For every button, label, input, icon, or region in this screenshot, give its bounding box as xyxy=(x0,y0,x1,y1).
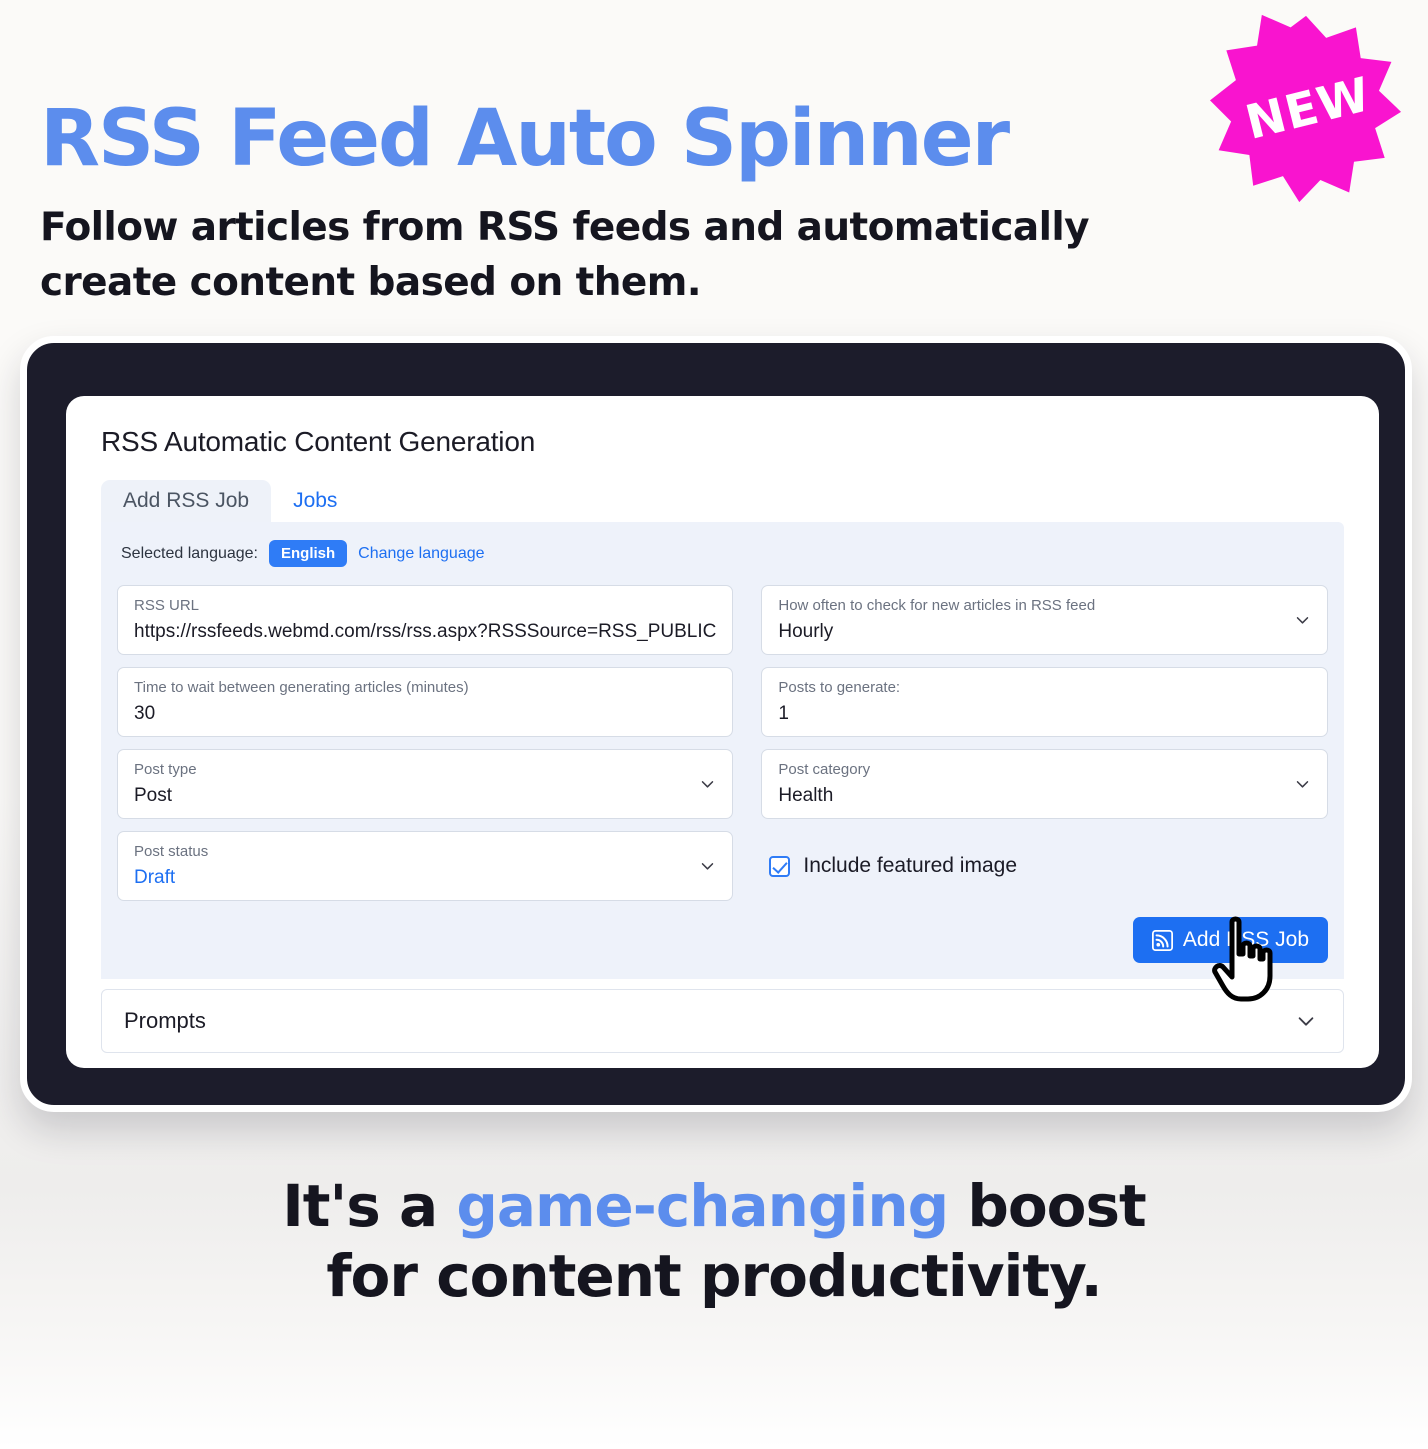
chevron-down-icon xyxy=(699,858,716,875)
frequency-label: How often to check for new articles in R… xyxy=(778,597,1096,614)
chevron-down-icon[interactable] xyxy=(1295,1010,1317,1032)
hero-section: RSS Feed Auto Spinner Follow articles fr… xyxy=(0,0,1428,311)
post-category-value: Health xyxy=(778,784,834,806)
app-screenshot-frame: RSS Automatic Content Generation Add RSS… xyxy=(20,336,1412,1112)
tab-jobs[interactable]: Jobs xyxy=(271,480,359,522)
page-title: RSS Feed Auto Spinner xyxy=(40,94,1010,184)
post-category-select[interactable]: Post category Health xyxy=(761,749,1328,819)
post-status-value: Draft xyxy=(134,866,176,888)
change-language-link[interactable]: Change language xyxy=(358,545,484,563)
tagline-part-b: boost xyxy=(948,1172,1146,1240)
submit-row: Add RSS Job xyxy=(117,917,1328,963)
rss-icon xyxy=(1151,929,1173,951)
rss-url-value: https://rssfeeds.webmd.com/rss/rss.aspx?… xyxy=(134,620,717,642)
rss-url-label: RSS URL xyxy=(134,597,200,614)
tagline-part-a: It's a xyxy=(282,1172,457,1240)
frequency-value: Hourly xyxy=(778,620,834,642)
post-type-label: Post type xyxy=(134,761,197,778)
chevron-down-icon xyxy=(1294,612,1311,629)
post-status-label: Post status xyxy=(134,843,209,860)
card-title: RSS Automatic Content Generation xyxy=(101,426,536,457)
post-category-label: Post category xyxy=(778,761,871,778)
post-type-value: Post xyxy=(134,784,173,806)
post-type-select[interactable]: Post type Post xyxy=(117,749,734,819)
wait-time-field[interactable]: Time to wait between generating articles… xyxy=(117,667,734,737)
fields-grid: RSS URL https://rssfeeds.webmd.com/rss/r… xyxy=(117,585,1328,901)
posts-to-generate-value: 1 xyxy=(778,702,789,724)
chevron-down-icon xyxy=(699,776,716,793)
prompts-accordion[interactable]: Prompts xyxy=(101,989,1344,1053)
app-card: RSS Automatic Content Generation Add RSS… xyxy=(66,396,1379,1068)
frequency-select[interactable]: How often to check for new articles in R… xyxy=(761,585,1328,655)
include-featured-image-checkbox[interactable] xyxy=(769,855,791,877)
language-row: Selected language: English Change langua… xyxy=(121,540,1328,567)
add-rss-job-button-label: Add RSS Job xyxy=(1182,928,1309,951)
post-status-select[interactable]: Post status Draft xyxy=(117,831,734,901)
include-featured-image-row[interactable]: Include featured image xyxy=(761,831,1328,901)
wait-time-label: Time to wait between generating articles… xyxy=(134,679,469,696)
new-badge: NEW xyxy=(1210,12,1402,204)
chevron-down-icon xyxy=(1294,776,1311,793)
language-label: Selected language: xyxy=(121,544,258,562)
tab-add-rss-job[interactable]: Add RSS Job xyxy=(101,480,272,522)
language-chip[interactable]: English xyxy=(269,540,348,567)
rss-url-field[interactable]: RSS URL https://rssfeeds.webmd.com/rss/r… xyxy=(117,585,734,655)
tab-bar: Add RSS Job Jobs xyxy=(101,480,1355,522)
page-subtitle: Follow articles from RSS feeds and autom… xyxy=(40,205,1090,306)
include-featured-image-label: Include featured image xyxy=(803,854,1017,877)
tagline-line-1: It's a game-changing boost xyxy=(0,1172,1428,1242)
tagline-highlight: game-changing xyxy=(456,1172,949,1240)
footer-tagline: It's a game-changing boost for content p… xyxy=(0,1172,1428,1311)
posts-to-generate-field[interactable]: Posts to generate: 1 xyxy=(761,667,1328,737)
tagline-line-2: for content productivity. xyxy=(326,1241,1102,1310)
posts-to-generate-label: Posts to generate: xyxy=(778,679,901,696)
add-rss-job-form: Selected language: English Change langua… xyxy=(101,522,1344,979)
prompts-label: Prompts xyxy=(124,1008,206,1033)
add-rss-job-button[interactable]: Add RSS Job xyxy=(1132,917,1328,963)
wait-time-value: 30 xyxy=(134,702,156,724)
